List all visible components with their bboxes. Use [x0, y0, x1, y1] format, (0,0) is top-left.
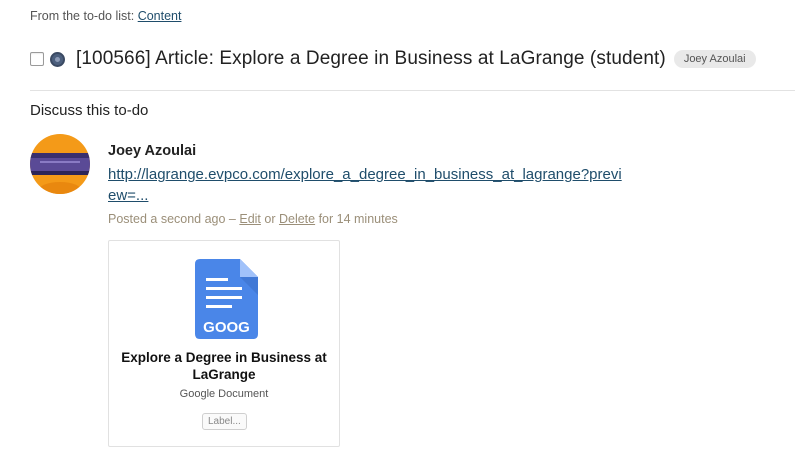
- attachment-type: Google Document: [179, 388, 269, 400]
- or-text: or: [260, 212, 279, 226]
- assignee-mini-avatar: [50, 51, 65, 67]
- attachment-card[interactable]: GOOG Explore a Degree in Business at LaG…: [108, 240, 340, 447]
- breadcrumb-prefix: From the to-do list:: [30, 9, 138, 23]
- commenter-avatar: [30, 134, 90, 194]
- attachment-title[interactable]: Explore a Degree in Business at LaGrange: [119, 349, 329, 383]
- edit-link[interactable]: Edit: [239, 212, 261, 226]
- comment-author: Joey Azoulai: [108, 143, 197, 159]
- posted-time: Posted a second ago –: [108, 212, 240, 226]
- comment: Joey Azoulai http://lagrange.evpco.com/e…: [108, 143, 668, 226]
- comment-meta: Posted a second ago – Edit or Delete for…: [108, 212, 668, 226]
- assignee-badge[interactable]: Joey Azoulai: [673, 50, 756, 68]
- label-button[interactable]: Label...: [202, 413, 247, 430]
- divider: [30, 90, 795, 91]
- edit-window: for 14 minutes: [315, 212, 398, 226]
- doc-icon-text: GOOG: [203, 319, 250, 336]
- breadcrumb: From the to-do list: Content: [30, 9, 181, 23]
- comment-link[interactable]: http://lagrange.evpco.com/explore_a_degr…: [108, 164, 628, 206]
- delete-link[interactable]: Delete: [279, 212, 315, 226]
- todo-complete-checkbox[interactable]: [30, 52, 44, 66]
- discussion-heading: Discuss this to-do: [30, 102, 149, 119]
- todo-header: [100566] Article: Explore a Degree in Bu…: [30, 44, 756, 74]
- google-doc-icon: GOOG: [195, 259, 258, 339]
- todo-title[interactable]: [100566] Article: Explore a Degree in Bu…: [76, 48, 666, 70]
- todo-list-link[interactable]: Content: [138, 9, 182, 23]
